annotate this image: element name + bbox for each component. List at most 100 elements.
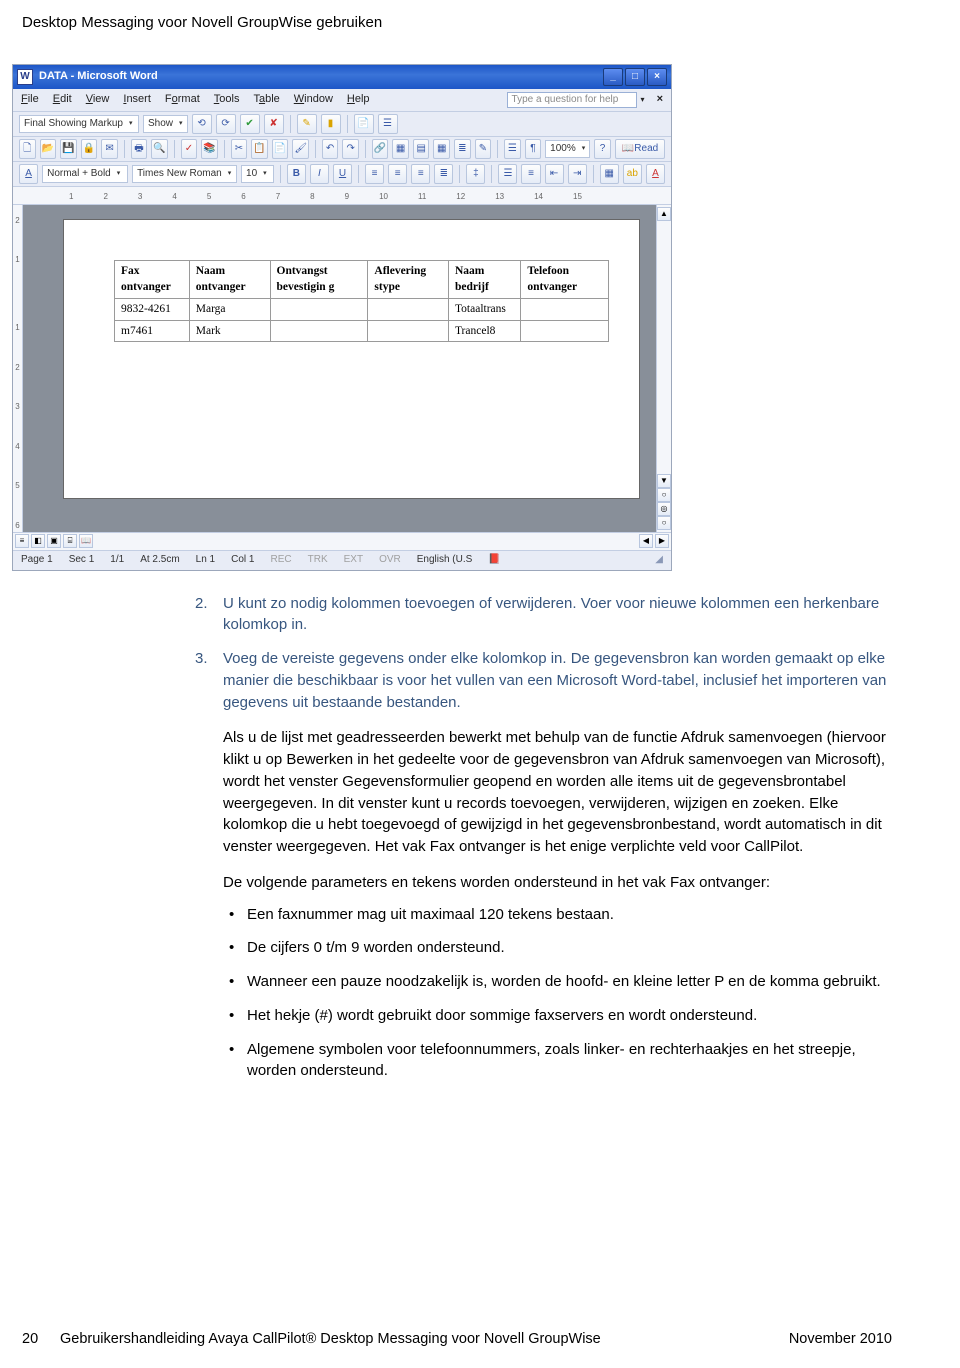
insert-table-button[interactable]: ▤ — [413, 139, 430, 159]
data-table[interactable]: Fax ontvangerNaam ontvangerOntvangst bev… — [114, 260, 609, 343]
redo-button[interactable]: ↷ — [342, 139, 359, 159]
insert-worksheet-button[interactable]: ▦ — [433, 139, 450, 159]
format-painter-button[interactable]: 🖌 — [292, 139, 309, 159]
table-cell: m7461 — [115, 320, 190, 342]
spelling-button[interactable]: ✓ — [181, 139, 198, 159]
tables-borders-button[interactable]: ▦ — [392, 139, 409, 159]
menu-insert[interactable]: Insert — [123, 92, 151, 108]
align-center-button[interactable]: ≡ — [388, 164, 407, 184]
reviewing-pane-button[interactable]: ☰ — [378, 114, 398, 134]
footer-title: Gebruikershandleiding Avaya CallPilot® D… — [60, 1329, 789, 1350]
doc-close-button[interactable]: × — [657, 92, 663, 108]
style-dropdown[interactable]: Normal + Bold▾ — [42, 165, 128, 183]
permission-button[interactable]: 🔒 — [81, 139, 98, 159]
highlight-button[interactable]: ▮ — [321, 114, 341, 134]
reject-change-button[interactable]: ✘ — [264, 114, 284, 134]
justify-button[interactable]: ≣ — [434, 164, 453, 184]
show-dropdown[interactable]: Show▾ — [143, 115, 188, 133]
track-changes-button[interactable]: 📄 — [354, 114, 374, 134]
display-review-dropdown[interactable]: Final Showing Markup▾ — [19, 115, 139, 133]
list-item: Een faxnummer mag uit maximaal 120 teken… — [247, 904, 892, 926]
web-layout-button[interactable]: ◧ — [31, 534, 45, 548]
open-button[interactable]: 📂 — [40, 139, 57, 159]
font-dropdown[interactable]: Times New Roman▾ — [132, 165, 237, 183]
print-layout-button[interactable]: ▣ — [47, 534, 61, 548]
menubar: File Edit View Insert Format Tools Table… — [13, 89, 671, 112]
horizontal-ruler[interactable]: 123456789101112131415 — [13, 187, 671, 205]
document-map-button[interactable]: ☰ — [504, 139, 521, 159]
copy-button[interactable]: 📋 — [251, 139, 268, 159]
numbering-button[interactable]: ☰ — [498, 164, 517, 184]
resize-grip-icon[interactable]: ◢ — [655, 553, 663, 568]
menu-file[interactable]: File — [21, 92, 39, 108]
align-right-button[interactable]: ≡ — [411, 164, 430, 184]
standard-toolbar: 🗋 📂 💾 🔒 ✉ 🖶 🔍 ✓ 📚 ✂ 📋 📄 🖌 ↶ ↷ 🔗 ▦ ▤ ▦ ≣ … — [13, 137, 671, 162]
table-row[interactable]: 9832-4261MargaTotaaltrans — [115, 299, 609, 321]
bold-button[interactable]: B — [287, 164, 306, 184]
insert-hyperlink-button[interactable]: 🔗 — [372, 139, 389, 159]
align-left-button[interactable]: ≡ — [365, 164, 384, 184]
table-cell — [521, 320, 609, 342]
paste-button[interactable]: 📄 — [272, 139, 289, 159]
email-button[interactable]: ✉ — [101, 139, 118, 159]
next-page-button[interactable]: ○ — [657, 516, 671, 530]
reading-layout-button[interactable]: 📖 — [79, 534, 93, 548]
menu-help[interactable]: Help — [347, 92, 370, 108]
outline-view-button[interactable]: ⌸ — [63, 534, 77, 548]
normal-view-button[interactable]: ≡ — [15, 534, 29, 548]
drawing-button[interactable]: ✎ — [475, 139, 492, 159]
help-search-input[interactable]: Type a question for help — [507, 92, 637, 108]
print-button[interactable]: 🖶 — [131, 139, 148, 159]
underline-button[interactable]: U — [333, 164, 352, 184]
bullets-button[interactable]: ≡ — [521, 164, 540, 184]
table-cell — [368, 299, 449, 321]
zoom-dropdown[interactable]: 100%▾ — [545, 140, 590, 158]
new-comment-button[interactable]: ✎ — [297, 114, 317, 134]
menu-window[interactable]: Window — [294, 92, 333, 108]
maximize-button[interactable]: □ — [625, 68, 645, 86]
styles-pane-button[interactable]: A — [19, 164, 38, 184]
close-button[interactable]: × — [647, 68, 667, 86]
show-hide-button[interactable]: ¶ — [525, 139, 542, 159]
help-button[interactable]: ? — [594, 139, 611, 159]
chevron-down-icon[interactable]: ▾ — [641, 94, 645, 106]
read-button[interactable]: 📖 Read — [615, 139, 665, 159]
vertical-ruler[interactable]: 21123456 — [13, 205, 23, 532]
scroll-left-button[interactable]: ◀ — [639, 534, 653, 548]
borders-button[interactable]: ▦ — [600, 164, 619, 184]
scroll-down-button[interactable]: ▼ — [657, 474, 671, 488]
prev-change-button[interactable]: ⟲ — [192, 114, 212, 134]
print-preview-button[interactable]: 🔍 — [151, 139, 168, 159]
document-area[interactable]: Fax ontvangerNaam ontvangerOntvangst bev… — [23, 205, 656, 532]
research-button[interactable]: 📚 — [201, 139, 218, 159]
cut-button[interactable]: ✂ — [231, 139, 248, 159]
font-color-button[interactable]: A — [646, 164, 665, 184]
menu-format[interactable]: Format — [165, 92, 200, 108]
undo-button[interactable]: ↶ — [322, 139, 339, 159]
new-doc-button[interactable]: 🗋 — [19, 139, 36, 159]
minimize-button[interactable]: _ — [603, 68, 623, 86]
list-item: De cijfers 0 t/m 9 worden ondersteund. — [247, 937, 892, 959]
increase-indent-button[interactable]: ⇥ — [568, 164, 587, 184]
next-change-button[interactable]: ⟳ — [216, 114, 236, 134]
highlight-color-button[interactable]: ab — [623, 164, 642, 184]
scroll-right-button[interactable]: ▶ — [655, 534, 669, 548]
save-button[interactable]: 💾 — [60, 139, 77, 159]
accept-change-button[interactable]: ✔ — [240, 114, 260, 134]
status-pagecount: 1/1 — [110, 553, 124, 568]
table-row[interactable]: m7461MarkTrancel8 — [115, 320, 609, 342]
fontsize-dropdown[interactable]: 10▾ — [241, 165, 274, 183]
menu-edit[interactable]: Edit — [53, 92, 72, 108]
menu-tools[interactable]: Tools — [214, 92, 240, 108]
decrease-indent-button[interactable]: ⇤ — [545, 164, 564, 184]
line-spacing-button[interactable]: ‡ — [466, 164, 485, 184]
prev-page-button[interactable]: ○ — [657, 488, 671, 502]
italic-button[interactable]: I — [310, 164, 329, 184]
select-browse-button[interactable]: ◎ — [657, 502, 671, 516]
spelling-status-icon[interactable]: 📕 — [488, 553, 500, 568]
scroll-up-button[interactable]: ▲ — [657, 207, 671, 221]
menu-table[interactable]: Table — [253, 92, 279, 108]
menu-view[interactable]: View — [86, 92, 110, 108]
vertical-scrollbar[interactable]: ▲ ▼ ○ ◎ ○ — [656, 205, 671, 532]
columns-button[interactable]: ≣ — [454, 139, 471, 159]
